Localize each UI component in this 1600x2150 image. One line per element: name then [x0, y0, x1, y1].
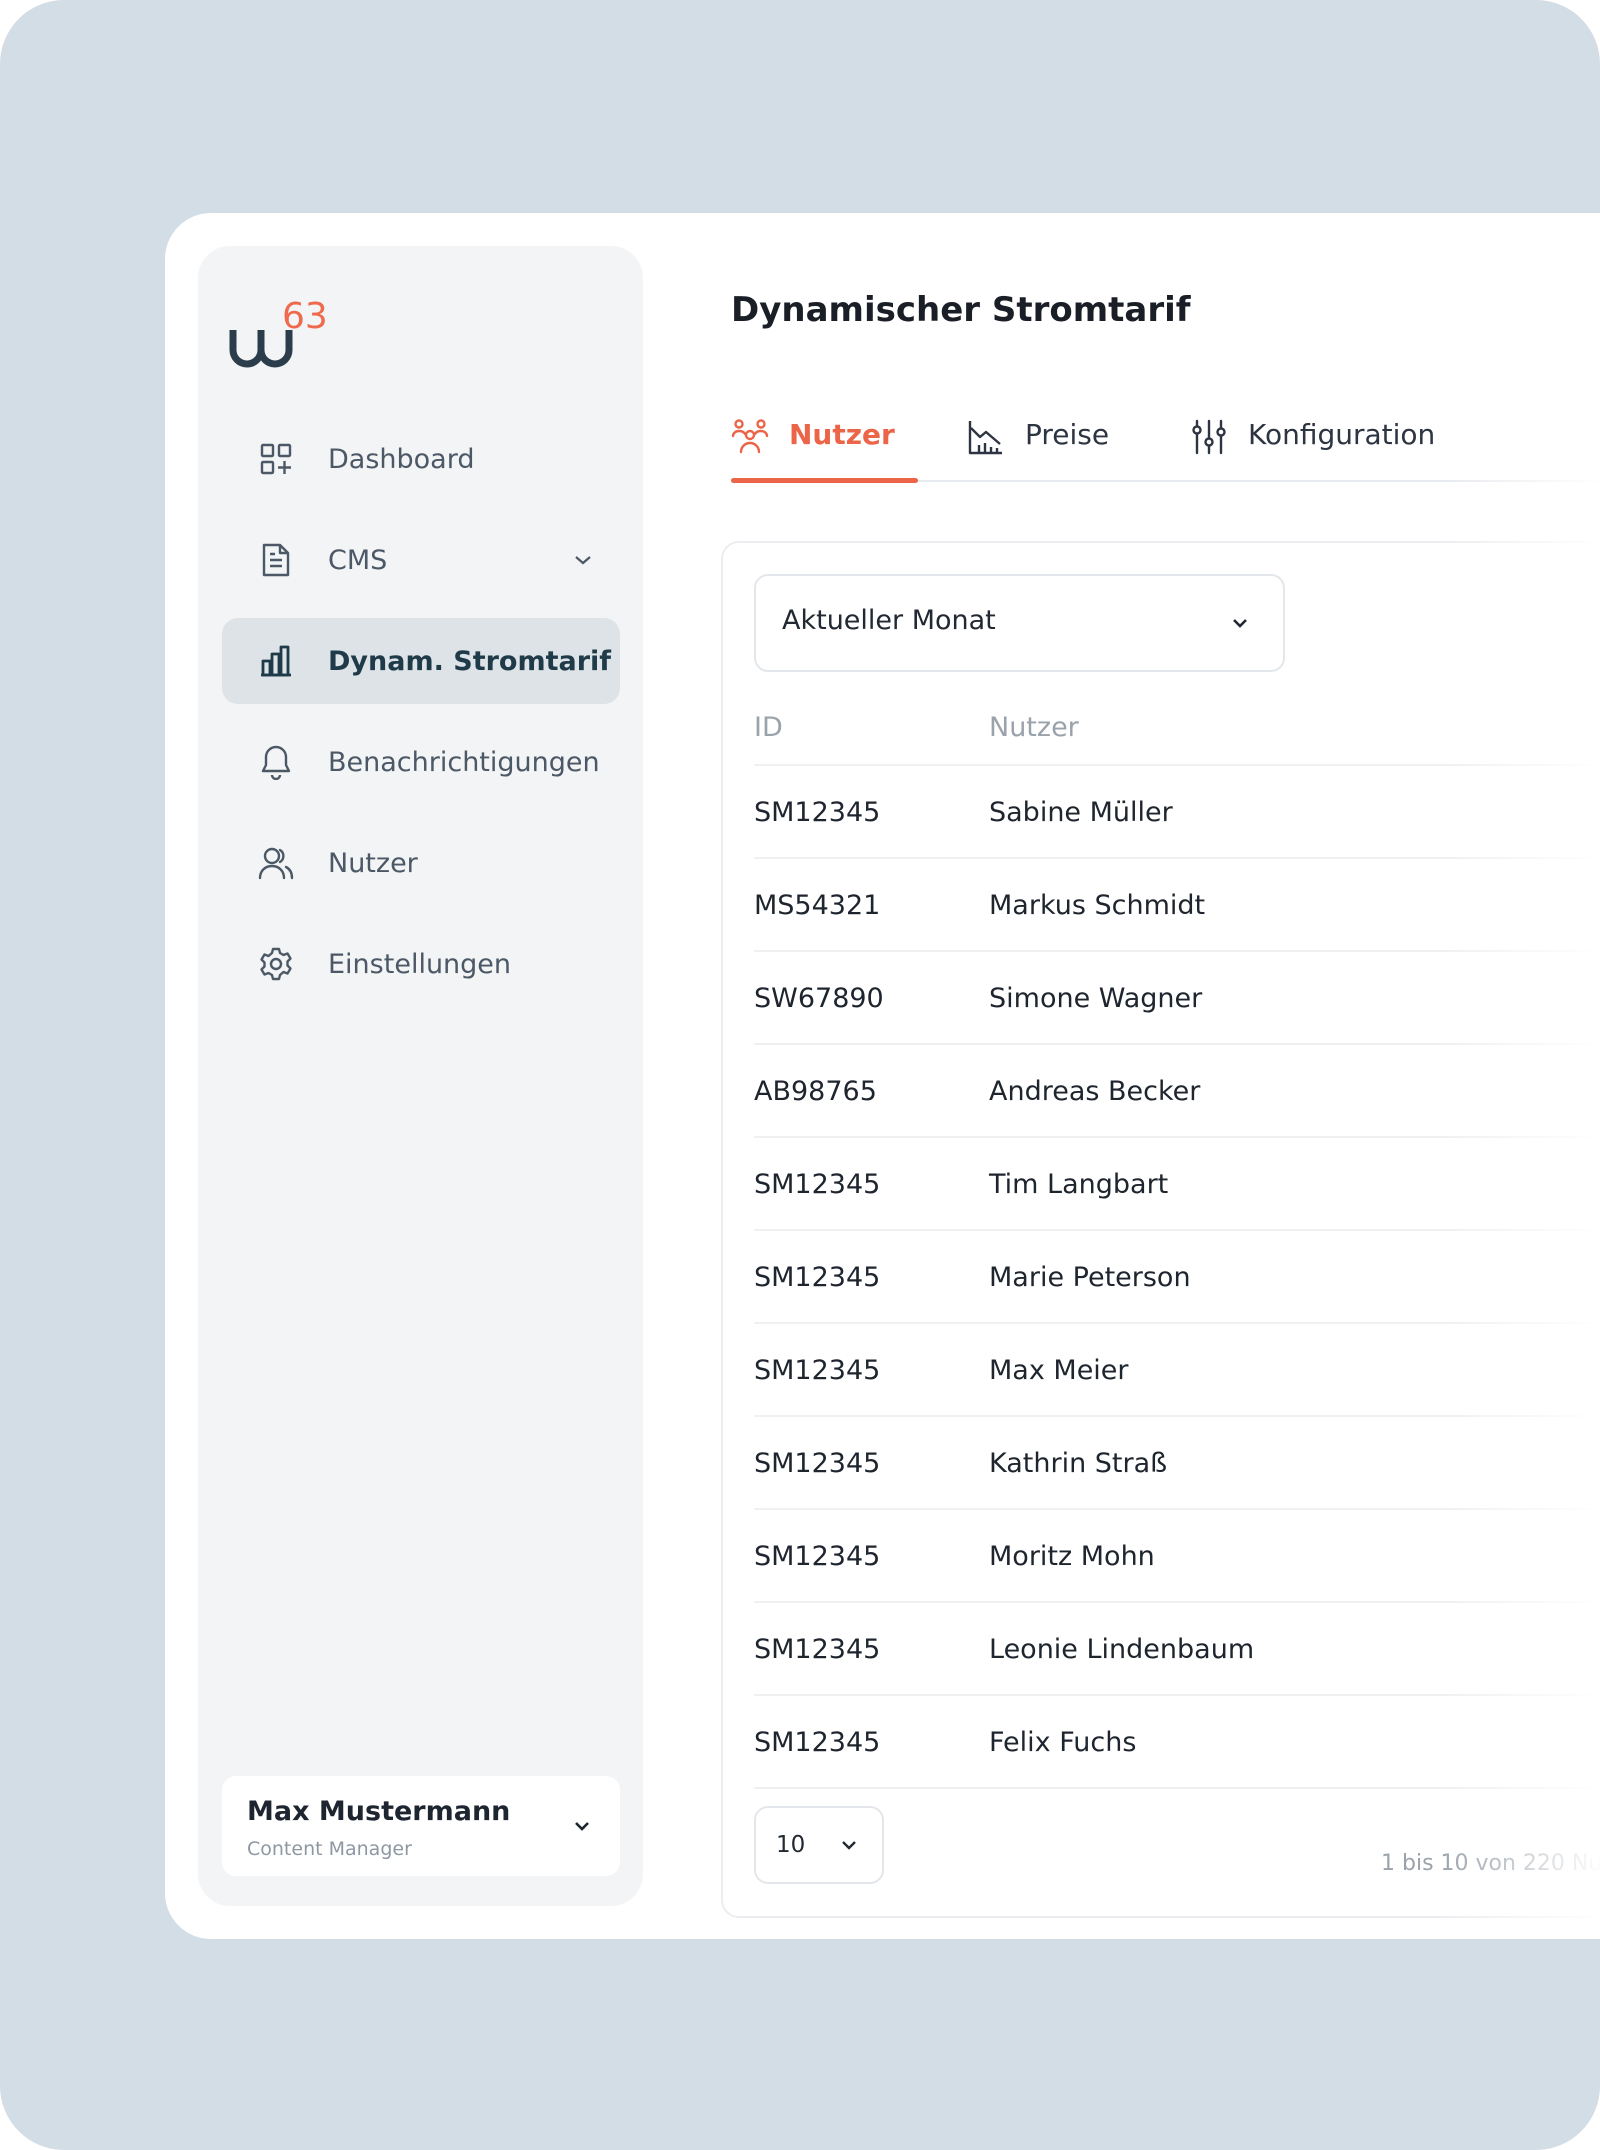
- cell-id: SM12345: [754, 1355, 881, 1386]
- cell-nutzer: Max Meier: [989, 1355, 1129, 1386]
- page-size-select[interactable]: 10: [754, 1806, 884, 1884]
- cell-id: SM12345: [754, 1634, 881, 1665]
- cell-id: SM12345: [754, 1448, 881, 1479]
- logo: 63: [228, 296, 338, 376]
- table-row[interactable]: SM12345 Marie Peterson: [754, 1231, 1600, 1324]
- sidebar-item-nutzer[interactable]: Nutzer: [222, 820, 620, 906]
- document-icon: [256, 540, 296, 580]
- tab-nutzer[interactable]: Nutzer: [731, 418, 918, 483]
- cell-nutzer: Felix Fuchs: [989, 1727, 1137, 1758]
- line-chart-icon: [967, 418, 1005, 456]
- table-body: SM12345 Sabine Müller MS54321 Markus Schmid…: [754, 766, 1600, 1789]
- table-row[interactable]: SM12345 Leonie Lindenbaum: [754, 1603, 1600, 1696]
- tab-bar: Nutzer Preise Konfiguration: [731, 418, 1600, 483]
- sidebar-item-label: Dynam. Stromtarif: [328, 645, 612, 677]
- cell-nutzer: Andreas Becker: [989, 1076, 1201, 1107]
- cell-id: AB98765: [754, 1076, 877, 1107]
- cell-nutzer: Marie Peterson: [989, 1262, 1191, 1293]
- sidebar-item-label: Benachrichtigungen: [328, 746, 600, 778]
- cell-id: SM12345: [754, 1262, 881, 1293]
- gear-icon: [256, 944, 296, 984]
- tab-preise[interactable]: Preise: [967, 418, 1109, 480]
- cell-id: SW67890: [754, 983, 884, 1014]
- user-name: Max Mustermann: [247, 1796, 511, 1827]
- table-row[interactable]: AB98765 Andreas Becker: [754, 1045, 1600, 1138]
- table-row[interactable]: SM12345 Moritz Mohn: [754, 1510, 1600, 1603]
- sliders-icon: [1190, 418, 1228, 456]
- sidebar: 63 Dashboard CMS Dynam. Stromtarif Benac…: [198, 246, 643, 1906]
- active-tab-indicator: [731, 478, 918, 483]
- chevron-down-icon[interactable]: [570, 547, 596, 573]
- sidebar-item-einstellungen[interactable]: Einstellungen: [222, 921, 620, 1007]
- sidebar-item-label: Dashboard: [328, 443, 475, 475]
- chevron-down-icon[interactable]: [570, 1814, 594, 1838]
- tab-label: Nutzer: [789, 418, 895, 451]
- table-row[interactable]: SM12345 Felix Fuchs: [754, 1696, 1600, 1789]
- cell-id: MS54321: [754, 890, 881, 921]
- users-group-icon: [731, 418, 769, 456]
- sidebar-nav: Dashboard CMS Dynam. Stromtarif Benachri…: [222, 416, 620, 1022]
- cell-nutzer: Tim Langbart: [989, 1169, 1169, 1200]
- sidebar-item-dynam-stromtarif[interactable]: Dynam. Stromtarif: [222, 618, 620, 704]
- chevron-down-icon: [1227, 610, 1253, 636]
- cell-id: SM12345: [754, 1727, 881, 1758]
- column-header-id[interactable]: ID: [754, 712, 783, 743]
- sidebar-item-label: Nutzer: [328, 847, 418, 879]
- tab-label: Konfiguration: [1248, 418, 1436, 451]
- cell-id: SM12345: [754, 797, 881, 828]
- bar-chart-icon: [256, 641, 296, 681]
- cell-nutzer: Sabine Müller: [989, 797, 1173, 828]
- sidebar-item-cms[interactable]: CMS: [222, 517, 620, 603]
- table-row[interactable]: SM12345 Max Meier: [754, 1324, 1600, 1417]
- tab-konfiguration[interactable]: Konfiguration: [1190, 418, 1435, 480]
- sidebar-item-dashboard[interactable]: Dashboard: [222, 416, 620, 502]
- sidebar-item-label: CMS: [328, 544, 388, 576]
- cell-id: SM12345: [754, 1541, 881, 1572]
- cell-nutzer: Markus Schmidt: [989, 890, 1206, 921]
- logo-superscript: 63: [282, 296, 328, 337]
- pagination-info: 1 bis 10 von 220 Nu: [1381, 1851, 1600, 1876]
- tab-label: Preise: [1025, 418, 1110, 451]
- dashboard-grid-icon: [256, 439, 296, 479]
- chevron-down-icon: [838, 1834, 860, 1856]
- user-role: Content Manager: [247, 1838, 412, 1860]
- table-row[interactable]: SW67890 Simone Wagner: [754, 952, 1600, 1045]
- page-size-value: 10: [776, 1832, 806, 1858]
- page-title: Dynamischer Stromtarif: [731, 290, 1191, 330]
- bell-icon: [256, 742, 296, 782]
- table-header: ID Nutzer: [754, 700, 1600, 766]
- sidebar-item-benachrichtigungen[interactable]: Benachrichtigungen: [222, 719, 620, 805]
- period-select-value: Aktueller Monat: [782, 605, 996, 636]
- cell-nutzer: Moritz Mohn: [989, 1541, 1155, 1572]
- column-header-nutzer[interactable]: Nutzer: [989, 712, 1079, 743]
- cell-nutzer: Leonie Lindenbaum: [989, 1634, 1255, 1665]
- table-row[interactable]: MS54321 Markus Schmidt: [754, 859, 1600, 952]
- table-row[interactable]: SM12345 Tim Langbart: [754, 1138, 1600, 1231]
- users-icon: [256, 843, 296, 883]
- user-menu[interactable]: Max Mustermann Content Manager: [222, 1776, 620, 1876]
- cell-id: SM12345: [754, 1169, 881, 1200]
- period-select[interactable]: Aktueller Monat: [754, 574, 1285, 672]
- sidebar-item-label: Einstellungen: [328, 948, 512, 980]
- cell-nutzer: Kathrin Straß: [989, 1448, 1168, 1479]
- table-row[interactable]: SM12345 Kathrin Straß: [754, 1417, 1600, 1510]
- users-table: ID Nutzer SM12345 Sabine Müller MS54321 Mar…: [754, 700, 1600, 1789]
- cell-nutzer: Simone Wagner: [989, 983, 1203, 1014]
- table-row[interactable]: SM12345 Sabine Müller: [754, 766, 1600, 859]
